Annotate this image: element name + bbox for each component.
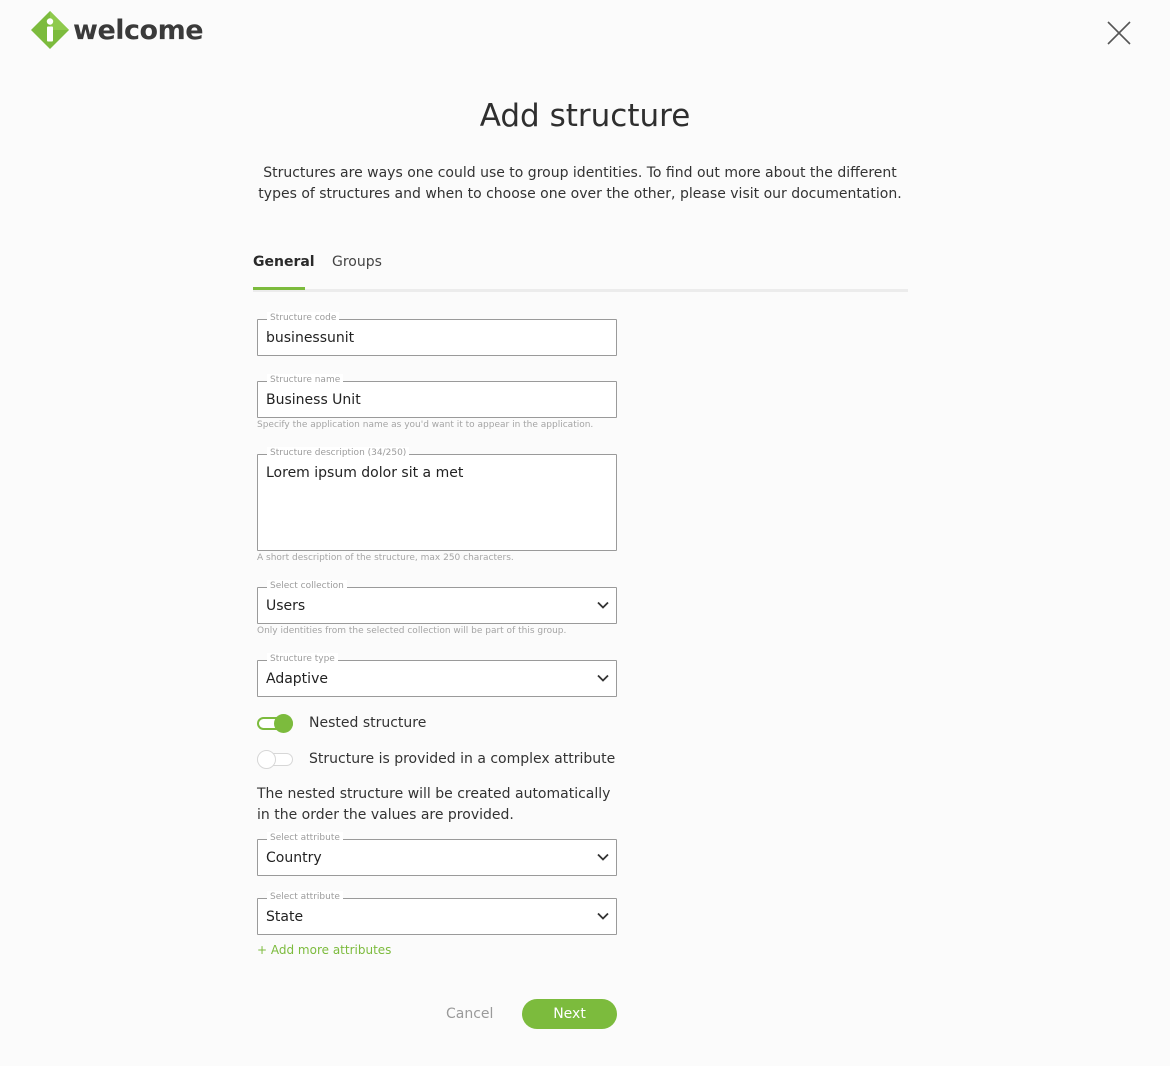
- brand-logo: welcome: [30, 10, 204, 50]
- attribute-value: Country: [266, 850, 322, 866]
- page-intro: Structures are ways one could use to gro…: [258, 165, 902, 202]
- add-more-attributes-link[interactable]: + Add more attributes: [257, 943, 391, 957]
- structure-name-value[interactable]: Business Unit: [266, 392, 361, 408]
- structure-code-value[interactable]: businessunit: [266, 330, 354, 346]
- nested-structure-note: The nested structure will be created aut…: [257, 786, 611, 823]
- collection-select[interactable]: Select collection Users: [257, 580, 617, 624]
- attribute-select-country[interactable]: Select attribute Country: [257, 832, 617, 876]
- chevron-down-icon[interactable]: [597, 852, 609, 862]
- structure-name-input[interactable]: Structure name Business Unit: [257, 374, 617, 418]
- brand-name: welcome: [73, 14, 204, 46]
- collection-label: Select collection: [267, 580, 347, 592]
- attribute-value: State: [266, 909, 304, 925]
- structure-code-input[interactable]: Structure code businessunit: [257, 312, 617, 356]
- structure-code-label: Structure code: [267, 312, 340, 324]
- collection-hint: Only identities from the selected collec…: [257, 626, 567, 636]
- cancel-button[interactable]: Cancel: [446, 1006, 493, 1022]
- active-tab-indicator: [253, 287, 305, 290]
- attribute-label: Select attribute: [267, 832, 343, 844]
- nested-structure-toggle[interactable]: [257, 714, 294, 733]
- complex-attribute-label: Structure is provided in a complex attri…: [309, 751, 616, 767]
- complex-attribute-toggle[interactable]: [257, 750, 294, 769]
- collection-value: Users: [266, 598, 306, 614]
- page-title: Add structure: [479, 98, 691, 134]
- chevron-down-icon[interactable]: [597, 673, 609, 683]
- tab-groups[interactable]: Groups: [332, 254, 382, 270]
- structure-description-value[interactable]: Lorem ipsum dolor sit a met: [266, 465, 463, 481]
- toggle-knob: [274, 714, 293, 733]
- structure-name-hint: Specify the application name as you'd wa…: [257, 420, 594, 430]
- tab-bar: General Groups: [253, 250, 908, 292]
- logo-icon: [31, 11, 69, 49]
- structure-description-label: Structure description (34/250): [267, 447, 410, 459]
- structure-type-select[interactable]: Structure type Adaptive: [257, 653, 617, 697]
- toggle-knob: [257, 750, 276, 769]
- structure-description-textarea[interactable]: Structure description (34/250) Lorem ips…: [257, 447, 617, 551]
- structure-type-label: Structure type: [267, 653, 338, 665]
- chevron-down-icon[interactable]: [597, 600, 609, 610]
- structure-description-hint: A short description of the structure, ma…: [257, 553, 514, 563]
- structure-name-label: Structure name: [267, 374, 344, 386]
- structure-type-value: Adaptive: [266, 671, 328, 687]
- attribute-select-state[interactable]: Select attribute State: [257, 891, 617, 935]
- tab-general[interactable]: General: [253, 254, 315, 270]
- chevron-down-icon[interactable]: [597, 911, 609, 921]
- close-icon[interactable]: [1104, 18, 1134, 48]
- attribute-label: Select attribute: [267, 891, 343, 903]
- nested-structure-label: Nested structure: [309, 715, 427, 731]
- next-button[interactable]: Next: [522, 999, 617, 1029]
